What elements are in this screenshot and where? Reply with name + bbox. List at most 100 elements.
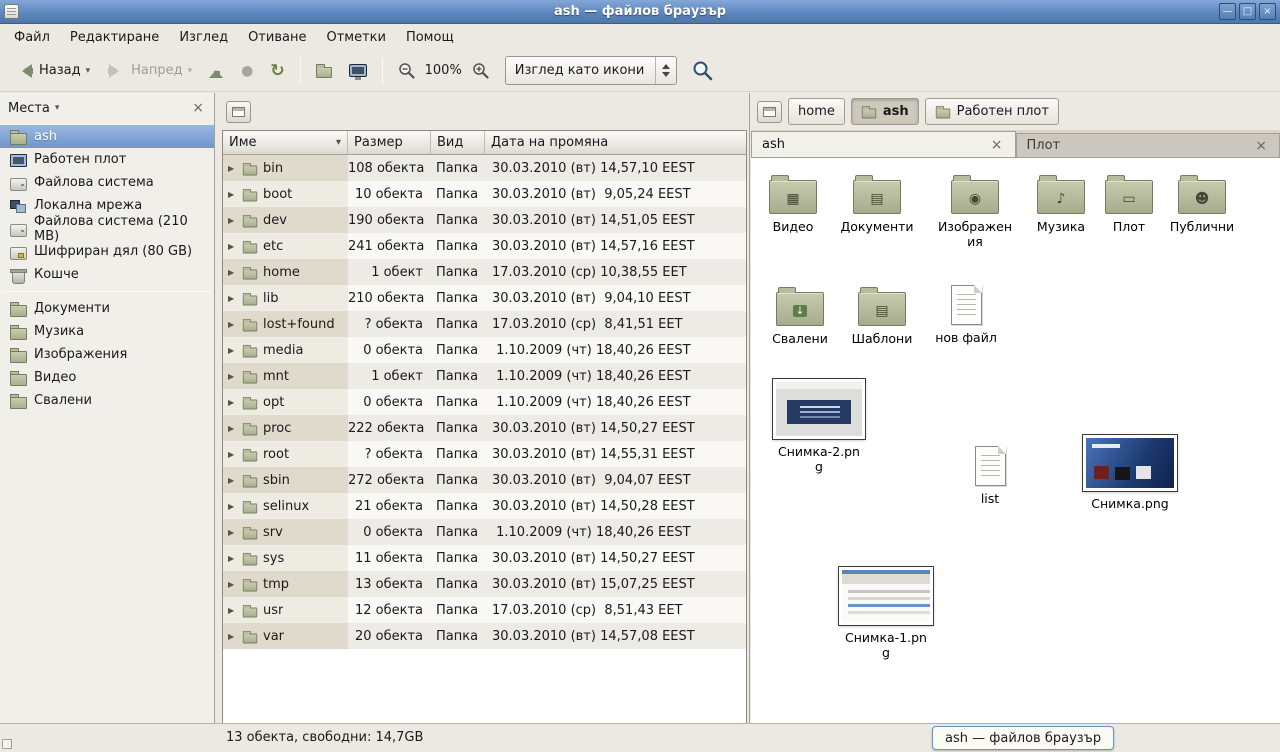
computer-button[interactable] [342,59,374,82]
expander-icon[interactable]: ▶ [228,398,237,407]
file-icon[interactable]: ◉ Изображения [933,173,1017,249]
search-button[interactable] [688,56,717,85]
zoom-in-button[interactable] [465,57,496,84]
table-row[interactable]: ▶ root ? обекта Папка 30.03.2010 (вт) 14… [223,441,746,467]
column-header-date[interactable]: Дата на промяна [485,131,746,155]
column-header-name[interactable]: Име ▾ [223,131,348,155]
sidebar-item[interactable]: Шифриран дял (80 GB) [0,240,214,263]
tab[interactable]: ash × [751,131,1016,157]
sidebar-item[interactable]: Работен плот [0,148,214,171]
sidebar-title[interactable]: Места [8,101,50,116]
expander-icon[interactable]: ▶ [228,450,237,459]
pane-toggle-button[interactable] [226,101,251,123]
file-icon[interactable]: ▤ Шаблони [840,285,924,346]
corner-grip[interactable] [2,739,12,749]
sidebar-item[interactable]: Документи [0,297,214,320]
file-icon[interactable]: ▭ Плот [1087,173,1171,234]
table-row[interactable]: ▶ usr 12 обекта Папка 17.03.2010 (ср) 8,… [223,597,746,623]
back-button[interactable]: Назад ▾ [8,58,97,83]
table-row[interactable]: ▶ var 20 обекта Папка 30.03.2010 (вт) 14… [223,623,746,649]
sidebar-item[interactable]: Свалени [0,389,214,412]
table-row[interactable]: ▶ selinux 21 обекта Папка 30.03.2010 (вт… [223,493,746,519]
file-icon[interactable]: ▦ Видео [751,173,835,234]
close-button[interactable]: × [1259,3,1276,20]
table-row[interactable]: ▶ tmp 13 обекта Папка 30.03.2010 (вт) 15… [223,571,746,597]
expander-icon[interactable]: ▶ [228,372,237,381]
menu-item[interactable]: Помощ [396,24,464,50]
expander-icon[interactable]: ▶ [228,294,237,303]
tab[interactable]: Плот × [1016,133,1280,157]
titlebar[interactable]: ash — файлов браузър —□× [0,0,1280,24]
expander-icon[interactable]: ▶ [228,242,237,251]
menu-item[interactable]: Отиване [238,24,316,50]
sidebar-item[interactable]: Видео [0,366,214,389]
breadcrumb-button[interactable]: ash [851,98,919,125]
expander-icon[interactable]: ▶ [228,554,237,563]
menu-item[interactable]: Файл [4,24,60,50]
sidebar-item[interactable]: Изображения [0,343,214,366]
expander-icon[interactable]: ▶ [228,216,237,225]
expander-icon[interactable]: ▶ [228,502,237,511]
table-row[interactable]: ▶ mnt 1 обект Папка 1.10.2009 (чт) 18,40… [223,363,746,389]
icon-view[interactable]: ▦ Видео ▤ Документи ◉ Изображения ♪ Музи… [751,158,1280,723]
up-button[interactable] [202,58,231,83]
table-row[interactable]: ▶ sbin 272 обекта Папка 30.03.2010 (вт) … [223,467,746,493]
file-icon[interactable]: Снимка.png [1078,433,1182,511]
home-button[interactable] [309,58,339,83]
menu-item[interactable]: Изглед [169,24,238,50]
expander-icon[interactable]: ▶ [228,528,237,537]
expander-icon[interactable]: ▶ [228,476,237,485]
pane-toggle-button[interactable] [757,101,782,123]
table-row[interactable]: ▶ media 0 обекта Папка 1.10.2009 (чт) 18… [223,337,746,363]
menu-item[interactable]: Отметки [316,24,395,50]
expander-icon[interactable]: ▶ [228,580,237,589]
table-row[interactable]: ▶ home 1 обект Папка 17.03.2010 (ср) 10,… [223,259,746,285]
table-row[interactable]: ▶ dev 190 обекта Папка 30.03.2010 (вт) 1… [223,207,746,233]
table-row[interactable]: ▶ etc 241 обекта Папка 30.03.2010 (вт) 1… [223,233,746,259]
close-icon[interactable]: × [190,101,206,115]
view-mode-select[interactable]: Изглед като икони [505,56,677,85]
file-icon[interactable]: нов файл [924,282,1008,345]
expander-icon[interactable]: ▶ [228,632,237,641]
expander-icon[interactable]: ▶ [228,606,237,615]
sidebar-item[interactable]: Файлова система [0,171,214,194]
table-row[interactable]: ▶ proc 222 обекта Папка 30.03.2010 (вт) … [223,415,746,441]
table-row[interactable]: ▶ boot 10 обекта Папка 30.03.2010 (вт) 9… [223,181,746,207]
column-header-type[interactable]: Вид [431,131,485,155]
expander-icon[interactable]: ▶ [228,320,237,329]
file-icon[interactable]: list [948,443,1032,506]
reload-button[interactable]: ↻ [263,58,291,84]
sidebar-item[interactable]: Музика [0,320,214,343]
expander-icon[interactable]: ▶ [228,346,237,355]
tab-close-icon[interactable]: × [989,138,1005,152]
minimize-button[interactable]: — [1219,3,1236,20]
table-row[interactable]: ▶ sys 11 обекта Папка 30.03.2010 (вт) 14… [223,545,746,571]
expander-icon[interactable]: ▶ [228,164,237,173]
expander-icon[interactable]: ▶ [228,268,237,277]
breadcrumb-button[interactable]: Работен плот [925,98,1059,125]
table-row[interactable]: ▶ srv 0 обекта Папка 1.10.2009 (чт) 18,4… [223,519,746,545]
file-icon[interactable]: ↓ Свалени [758,285,842,346]
forward-button[interactable]: Напред ▾ [100,58,199,83]
expander-icon[interactable]: ▶ [228,424,237,433]
file-icon[interactable]: Снимка-2.png [767,377,871,474]
table-row[interactable]: ▶ lost+found ? обекта Папка 17.03.2010 (… [223,311,746,337]
sidebar-item[interactable]: Файлова система (210 MB) [0,217,214,240]
expander-icon[interactable]: ▶ [228,190,237,199]
file-icon[interactable]: Снимка-1.png [834,565,938,660]
column-header-size[interactable]: Размер [348,131,431,155]
tab-close-icon[interactable]: × [1253,139,1269,153]
menu-item[interactable]: Редактиране [60,24,169,50]
file-icon[interactable]: ▤ Документи [835,173,919,234]
table-row[interactable]: ▶ bin 108 обекта Папка 30.03.2010 (вт) 1… [223,155,746,181]
sidebar-item[interactable]: Кошче [0,263,214,286]
emblem-icon: ▤ [875,304,888,318]
table-row[interactable]: ▶ opt 0 обекта Папка 1.10.2009 (чт) 18,4… [223,389,746,415]
sidebar-item[interactable]: ash [0,125,214,148]
maximize-button[interactable]: □ [1239,3,1256,20]
file-icon[interactable]: ☻ Публични [1160,173,1244,234]
stop-button[interactable]: ● [234,59,260,83]
table-row[interactable]: ▶ lib 210 обекта Папка 30.03.2010 (вт) 9… [223,285,746,311]
zoom-out-button[interactable] [391,57,422,84]
breadcrumb-button[interactable]: home [788,98,845,125]
